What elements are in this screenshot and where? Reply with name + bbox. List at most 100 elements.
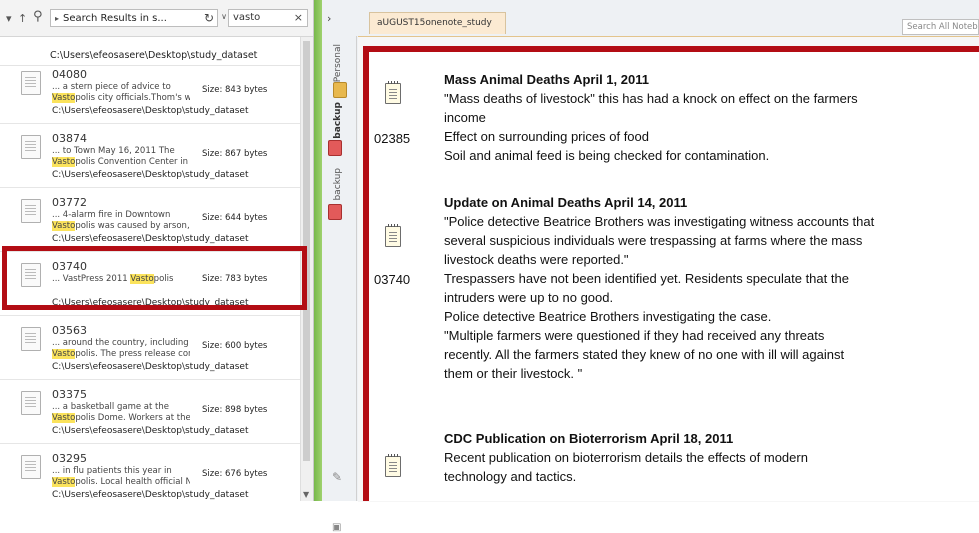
recent-locations-icon[interactable]: ▾ bbox=[6, 12, 12, 25]
note-line: Soil and animal feed is being checked fo… bbox=[444, 148, 770, 163]
result-path: C:\Users\efeosasere\Desktop\study_datase… bbox=[52, 490, 249, 500]
clear-search-icon[interactable]: × bbox=[294, 11, 303, 24]
result-snippet: ... VastPress 2011 Vastopolis bbox=[52, 274, 190, 285]
text-file-icon bbox=[21, 455, 41, 479]
snippet-text: ... to Town May 16, 2011 The bbox=[52, 146, 175, 156]
result-snippet: ... around the country, including Vastopo… bbox=[52, 338, 190, 360]
address-field[interactable]: ▸ Search Results in s... ∨ bbox=[50, 9, 227, 27]
list-item[interactable]: 03295... in flu patients this year in Vas… bbox=[0, 452, 300, 501]
note-block[interactable]: Update on Animal Deaths April 14, 2011 "… bbox=[444, 193, 979, 383]
result-path: C:\Users\efeosasere\Desktop\study_datase… bbox=[52, 106, 249, 116]
result-name: 03375 bbox=[52, 388, 87, 401]
note-title: Update on Animal Deaths April 14, 2011 bbox=[444, 195, 688, 210]
list-item[interactable]: 03375... a basketball game at the Vastopo… bbox=[0, 388, 300, 450]
snippet-text: ... VastPress 2011 bbox=[52, 274, 128, 284]
note-line: "Mass deaths of livestock" this has had … bbox=[444, 91, 858, 106]
section-backup[interactable]: backup bbox=[333, 168, 343, 201]
result-name: 03740 bbox=[52, 260, 87, 273]
divider bbox=[0, 251, 300, 252]
divider bbox=[0, 65, 300, 66]
result-name: 03874 bbox=[52, 132, 87, 145]
text-file-icon bbox=[21, 199, 41, 223]
section-tab-label: aUGUST15onenote_study bbox=[377, 18, 492, 28]
notebook-section-icon[interactable] bbox=[333, 82, 347, 98]
search-hit-highlight: Vasto bbox=[52, 477, 76, 487]
search-hit-highlight: Vasto bbox=[52, 349, 76, 359]
result-path: C:\Users\efeosasere\Desktop\study_datase… bbox=[52, 234, 249, 244]
note-line: "Police detective Beatrice Brothers was … bbox=[444, 214, 875, 229]
note-block[interactable]: CDC Publication on Bioterrorism April 18… bbox=[444, 429, 979, 486]
pane-splitter[interactable] bbox=[314, 0, 322, 501]
divider bbox=[0, 123, 300, 124]
up-arrow-icon[interactable]: ↑ bbox=[18, 12, 27, 25]
result-snippet: ... a basketball game at the Vastopolis D… bbox=[52, 402, 190, 424]
snippet-text: ... a stern piece of advice to bbox=[52, 82, 171, 92]
onenote-window: › aUGUST15onenote_study Search All Noteb… bbox=[322, 0, 979, 533]
notebook-search-input[interactable]: Search All Notebooks bbox=[902, 19, 979, 35]
divider bbox=[0, 315, 300, 316]
search-location-icon: ⚲ bbox=[33, 9, 43, 24]
pen-icon[interactable]: ✎ bbox=[332, 470, 342, 484]
search-results-pane: ▾ ↑ ⚲ ▸ Search Results in s... ∨ ↻ vasto… bbox=[0, 0, 314, 501]
note-title: CDC Publication on Bioterrorism April 18… bbox=[444, 431, 734, 446]
address-bar: ▾ ↑ ⚲ ▸ Search Results in s... ∨ ↻ vasto… bbox=[0, 0, 313, 37]
divider bbox=[0, 443, 300, 444]
expand-navigation-icon[interactable]: › bbox=[327, 12, 331, 25]
scrollbar-thumb[interactable] bbox=[303, 41, 310, 461]
tab-section[interactable]: aUGUST15onenote_study bbox=[369, 12, 506, 34]
snippet-text: polis. Local health official N... bbox=[75, 477, 190, 487]
address-dropdown-icon[interactable]: ∨ bbox=[221, 12, 227, 21]
result-size: Size: 644 bytes bbox=[202, 213, 268, 223]
snippet-text: ... in flu patients this year in bbox=[52, 466, 172, 476]
note-line: several suspicious individuals were tres… bbox=[444, 233, 863, 248]
section-color-icon bbox=[328, 204, 342, 220]
section-backup-active[interactable]: backup bbox=[333, 102, 343, 139]
section-personal[interactable]: Personal bbox=[333, 44, 343, 82]
list-item[interactable]: 03874... to Town May 16, 2011 The Vastopo… bbox=[0, 132, 300, 194]
note-line: recently. All the farmers stated they kn… bbox=[444, 347, 845, 362]
result-path: C:\Users\efeosasere\Desktop\study_datase… bbox=[52, 426, 249, 436]
result-size: Size: 783 bytes bbox=[202, 274, 268, 284]
note-line: "Multiple farmers were questioned if the… bbox=[444, 328, 825, 343]
refresh-icon[interactable]: ↻ bbox=[204, 11, 214, 25]
snippet-text: polis Convention Center in ... bbox=[75, 157, 190, 167]
attached-file-icon[interactable] bbox=[385, 81, 401, 104]
add-page-icon[interactable]: ▣ bbox=[332, 522, 341, 533]
result-snippet: ... 4-alarm fire in Downtown Vastopolis w… bbox=[52, 210, 190, 232]
note-line: intruders were up to no good. bbox=[444, 290, 614, 305]
text-file-icon bbox=[21, 135, 41, 159]
search-input[interactable]: vasto × bbox=[228, 9, 308, 27]
attached-file-icon[interactable] bbox=[385, 224, 401, 247]
note-line: livestock deaths were reported." bbox=[444, 252, 629, 267]
result-snippet: ... a stern piece of advice to Vastopolis… bbox=[52, 82, 190, 104]
result-size: Size: 600 bytes bbox=[202, 341, 268, 351]
section-color-icon bbox=[328, 140, 342, 156]
attached-file-icon[interactable] bbox=[385, 454, 401, 477]
list-item[interactable]: 03563... around the country, including Va… bbox=[0, 324, 300, 386]
result-name: 03295 bbox=[52, 452, 87, 465]
list-item[interactable]: 03740... VastPress 2011 Vastopolis Size: … bbox=[0, 260, 300, 322]
list-item[interactable]: 03772... 4-alarm fire in Downtown Vastopo… bbox=[0, 196, 300, 258]
section-list: Personal backup backup ✎ ▣ bbox=[322, 36, 357, 533]
snippet-text: polis bbox=[153, 274, 174, 284]
note-line: them or their livestock. " bbox=[444, 366, 583, 381]
note-line: Effect on surrounding prices of food bbox=[444, 129, 649, 144]
results-list: C:\Users\efeosasere\Desktop\study_datase… bbox=[0, 37, 300, 501]
result-path: C:\Users\efeosasere\Desktop\study_datase… bbox=[52, 170, 249, 180]
search-hit-highlight: Vasto bbox=[52, 93, 76, 103]
snippet-text: polis city officials.Thom's w... bbox=[75, 93, 190, 103]
snippet-text: polis was caused by arson, r... bbox=[75, 221, 190, 231]
note-line: Trespassers have not been identified yet… bbox=[444, 271, 849, 286]
note-title: Mass Animal Deaths April 1, 2011 bbox=[444, 72, 649, 87]
note-id: 02385 bbox=[374, 131, 411, 146]
search-hit-highlight: Vasto bbox=[130, 274, 154, 284]
address-text: Search Results in s... bbox=[63, 12, 167, 24]
list-item[interactable]: 04080... a stern piece of advice to Vasto… bbox=[0, 68, 300, 130]
search-hit-highlight: Vasto bbox=[52, 413, 76, 423]
scroll-down-arrow-icon[interactable]: ▼ bbox=[303, 490, 309, 499]
vertical-scrollbar[interactable]: ▼ bbox=[300, 37, 313, 501]
result-path: C:\Users\efeosasere\Desktop\study_datase… bbox=[50, 50, 258, 61]
note-block[interactable]: Mass Animal Deaths April 1, 2011 "Mass d… bbox=[444, 70, 979, 165]
note-canvas[interactable]: 02385 Mass Animal Deaths April 1, 2011 "… bbox=[363, 46, 979, 501]
text-file-icon bbox=[21, 391, 41, 415]
